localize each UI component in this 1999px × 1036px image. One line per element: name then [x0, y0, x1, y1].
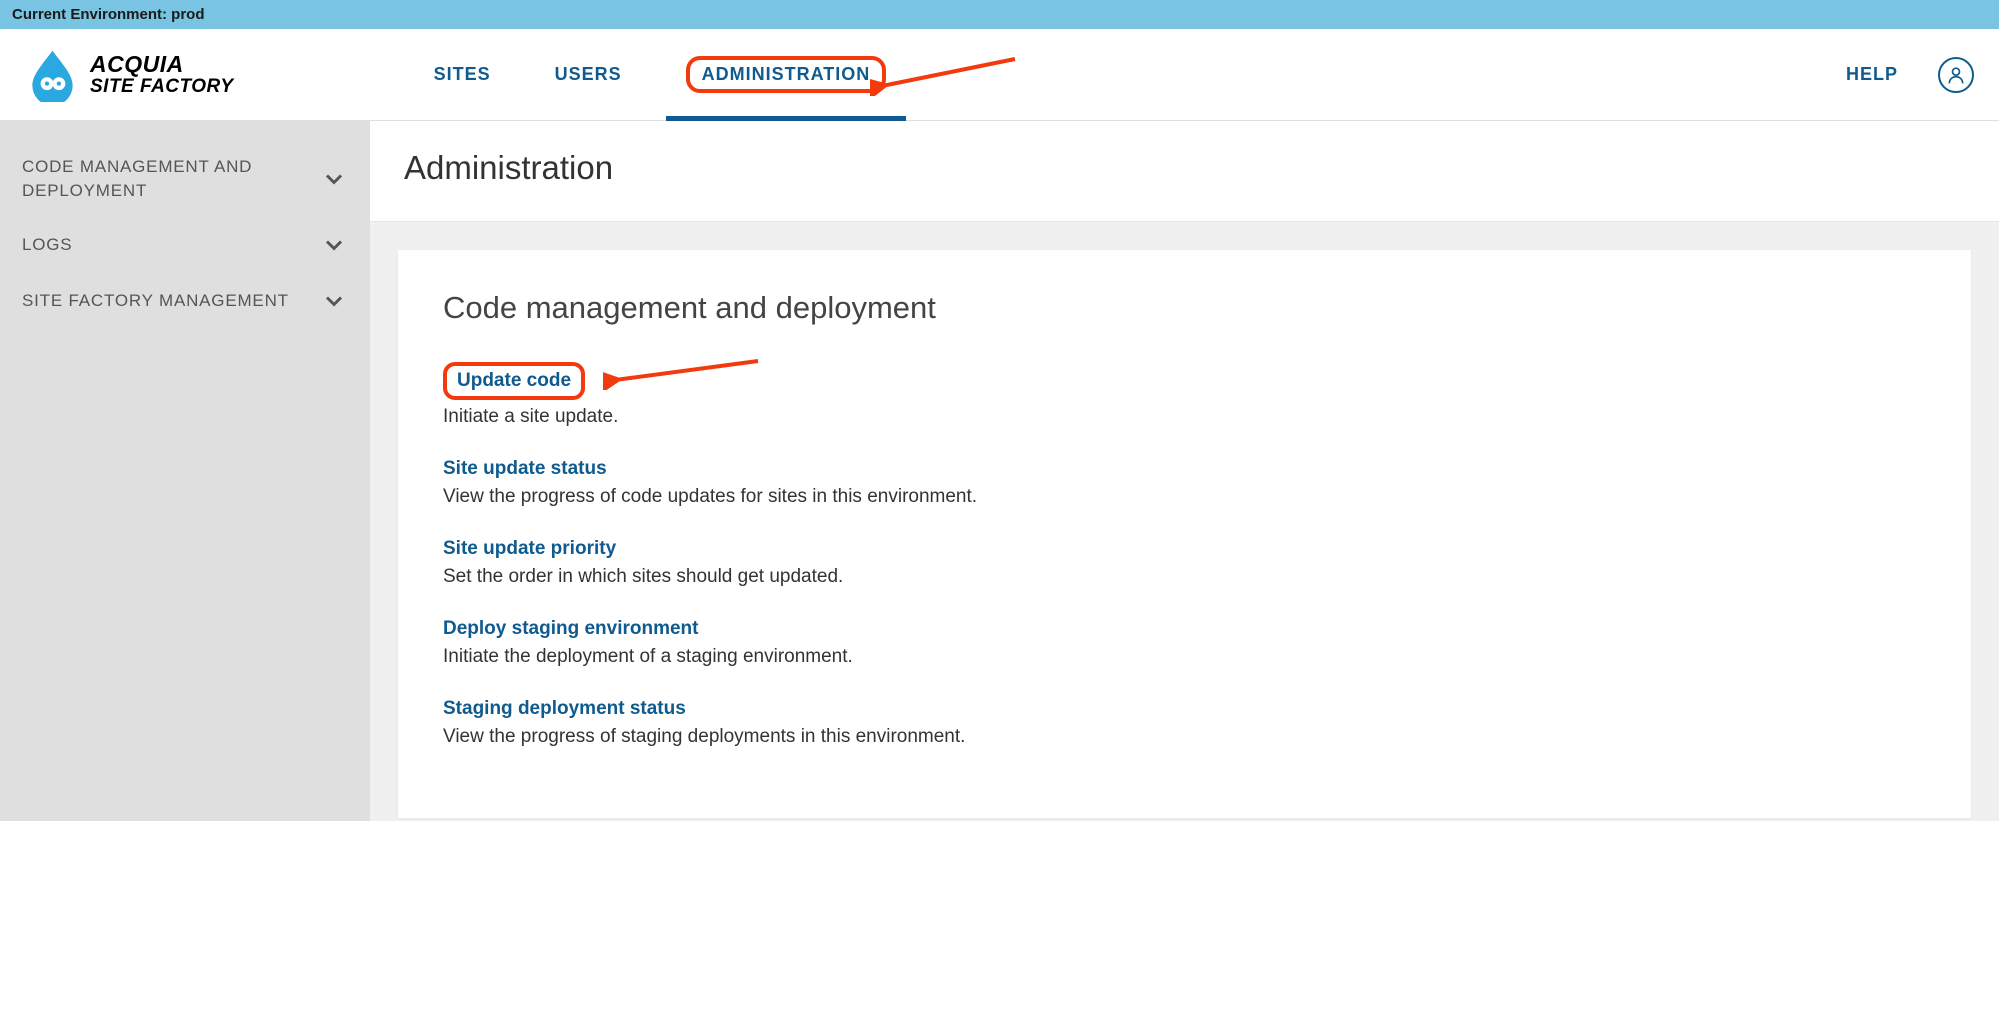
option-site-update-status: Site update status View the progress of … [443, 458, 1926, 508]
logo-product: SITE FACTORY [90, 77, 234, 97]
user-icon [1946, 65, 1966, 85]
header: ACQUIA SITE FACTORY SITES USERS ADMINIST… [0, 29, 1999, 121]
option-title-site-update-status[interactable]: Site update status [443, 458, 607, 480]
chevron-down-icon [320, 287, 348, 315]
main: Administration Code management and deplo… [370, 121, 1999, 821]
nav-administration[interactable]: ADMINISTRATION [666, 29, 907, 120]
chevron-down-icon [320, 231, 348, 259]
logo-text: ACQUIA SITE FACTORY [90, 52, 234, 96]
sidebar-item-code-management[interactable]: CODE MANAGEMENT AND DEPLOYMENT [0, 141, 370, 217]
chevron-down-icon [320, 165, 348, 193]
option-deploy-staging: Deploy staging environment Initiate the … [443, 618, 1926, 668]
annotation-arrow-update-code [603, 354, 763, 390]
sidebar-item-label: SITE FACTORY MANAGEMENT [22, 289, 289, 313]
sidebar-item-logs[interactable]: LOGS [0, 217, 370, 273]
body: CODE MANAGEMENT AND DEPLOYMENT LOGS SITE… [0, 121, 1999, 821]
nav-sites[interactable]: SITES [414, 29, 511, 120]
option-desc: Initiate a site update. [443, 406, 1926, 428]
option-desc: View the progress of code updates for si… [443, 486, 1926, 508]
sidebar: CODE MANAGEMENT AND DEPLOYMENT LOGS SITE… [0, 121, 370, 821]
header-right: HELP [1846, 57, 1974, 93]
page-title: Administration [370, 121, 1999, 222]
nav-users[interactable]: USERS [535, 29, 642, 120]
sidebar-item-label: LOGS [22, 233, 72, 257]
option-title-site-update-priority[interactable]: Site update priority [443, 538, 616, 560]
option-title-deploy-staging[interactable]: Deploy staging environment [443, 618, 698, 640]
option-desc: Set the order in which sites should get … [443, 566, 1926, 588]
option-update-code: Update code Initiate a site update. [443, 362, 1926, 428]
environment-bar: Current Environment: prod [0, 0, 1999, 29]
option-staging-deployment-status: Staging deployment status View the progr… [443, 698, 1926, 748]
option-desc: Initiate the deployment of a staging env… [443, 646, 1926, 668]
option-title-staging-deployment-status[interactable]: Staging deployment status [443, 698, 686, 720]
user-menu-button[interactable] [1938, 57, 1974, 93]
section-heading: Code management and deployment [443, 290, 1926, 326]
sidebar-item-site-factory-management[interactable]: SITE FACTORY MANAGEMENT [0, 273, 370, 329]
nav-help[interactable]: HELP [1846, 64, 1898, 85]
logo-brand: ACQUIA [90, 52, 234, 76]
acquia-droplet-icon [25, 47, 80, 102]
option-desc: View the progress of staging deployments… [443, 726, 1926, 748]
logo[interactable]: ACQUIA SITE FACTORY [25, 47, 234, 102]
highlight-administration: ADMINISTRATION [686, 56, 887, 93]
content-card: Code management and deployment Update co… [398, 250, 1971, 818]
primary-nav: SITES USERS ADMINISTRATION [414, 29, 907, 120]
option-site-update-priority: Site update priority Set the order in wh… [443, 538, 1926, 588]
option-title-update-code[interactable]: Update code [443, 362, 585, 400]
sidebar-item-label: CODE MANAGEMENT AND DEPLOYMENT [22, 155, 302, 203]
